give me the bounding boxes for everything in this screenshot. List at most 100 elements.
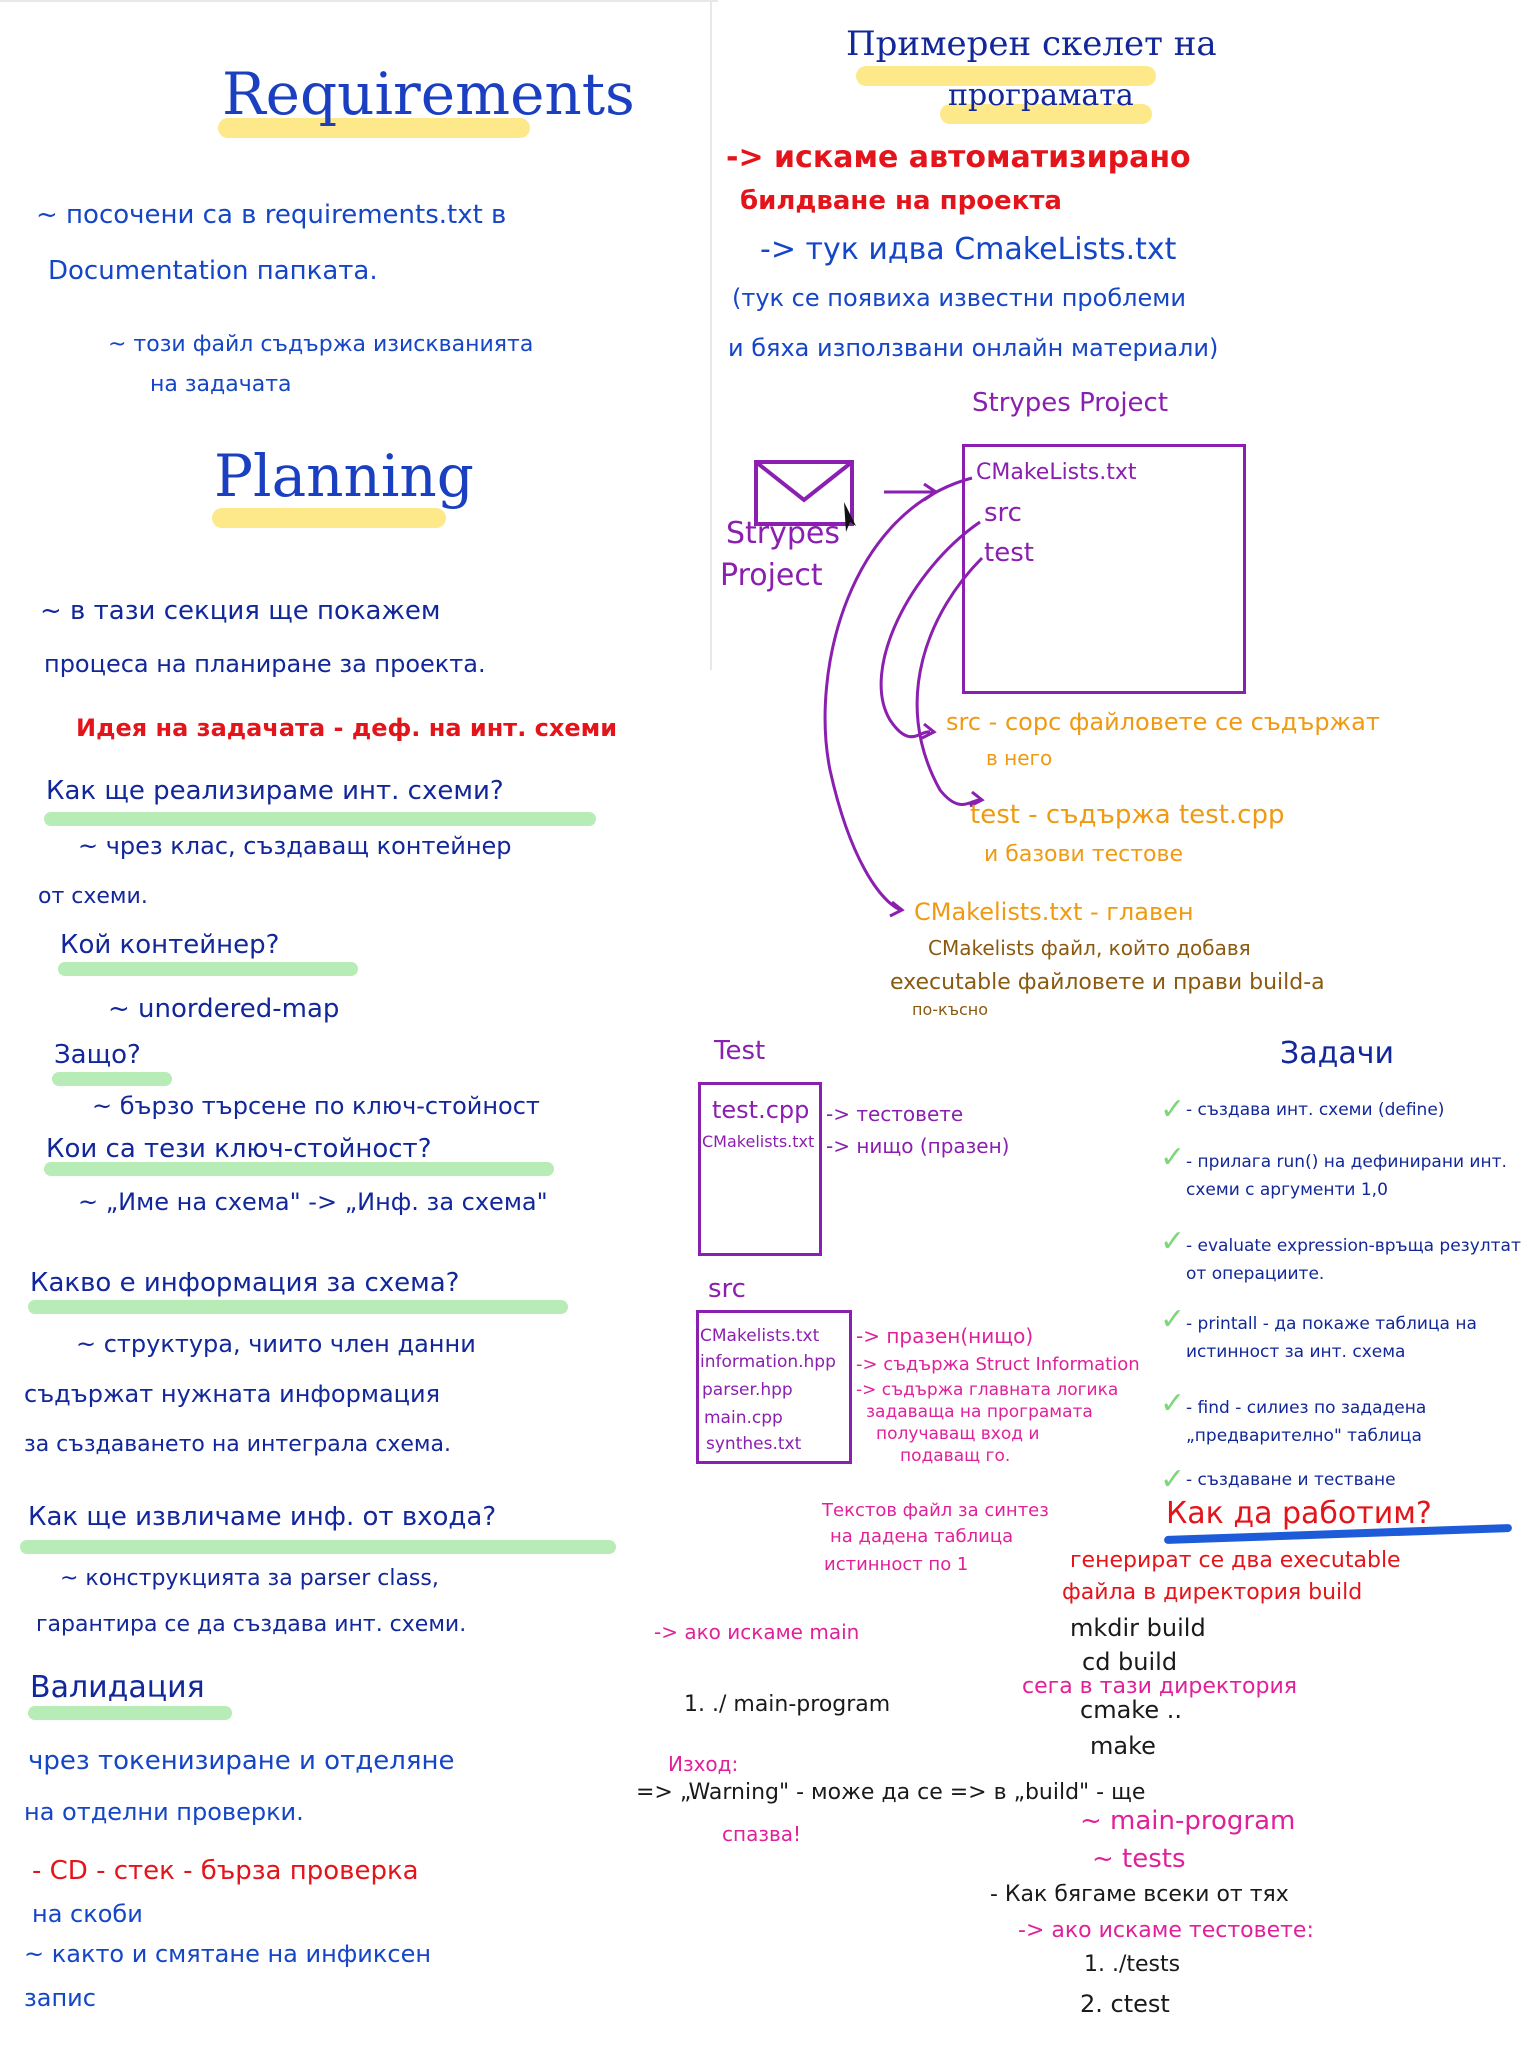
requirements-line2: Documentation папката. (48, 256, 378, 286)
validation-v1: чрез токенизиране и отделяне (28, 1746, 455, 1776)
planning-intro1: ~ в тази секция ще покажем (40, 596, 441, 626)
how-to-l2: файла в директория build (1062, 1580, 1363, 1605)
check-icon: ✓ (1160, 1092, 1186, 1127)
src-desc-extra: подаващ го. (900, 1446, 1011, 1466)
top-divider (0, 0, 718, 2)
run-output-label: Изход: (668, 1752, 739, 1776)
planning-a5-3: за създаването на интеграла схема. (24, 1432, 451, 1457)
tree-item-test: test (984, 538, 1034, 568)
how-to-title: Как да работим? (1166, 1496, 1432, 1531)
skeleton-title1: Примерен скелет на (846, 24, 1217, 64)
q6-highlight (20, 1540, 616, 1554)
planning-q6: Как ще извличаме инф. от входа? (28, 1502, 497, 1532)
tasks-title: Задачи (1280, 1036, 1394, 1071)
src-desc-parser: -> съдържа главната логика (856, 1380, 1119, 1400)
task-item: ✓ - evaluate expression-връща резултат о… (1160, 1224, 1532, 1302)
how-to-l4: cd build (1082, 1648, 1178, 1676)
skeleton-r1: -> искаме автоматизирано (726, 140, 1191, 175)
src-note3: истинност по 1 (824, 1554, 969, 1575)
src-file-main: main.cpp (704, 1408, 783, 1428)
src-desc2: в него (986, 746, 1053, 770)
planning-q2: Кой контейнер? (60, 930, 280, 960)
run-main-label: -> ако искаме main (654, 1620, 860, 1644)
requirements-line4: на задачата (150, 372, 292, 397)
planning-a4: ~ „Име на схема" -> „Инф. за схема" (78, 1188, 548, 1216)
planning-a6-2: гарантира се да създава инт. схеми. (36, 1612, 467, 1637)
src-note1: Текстов файл за синтез (822, 1500, 1049, 1521)
tree-arrows (823, 476, 985, 918)
vertical-divider (710, 0, 712, 670)
check-icon: ✓ (1160, 1302, 1186, 1337)
planning-a1-1: ~ чрез клас, създаващ контейнер (78, 832, 512, 860)
run-main-cmd: 1. ./ main-program (684, 1692, 891, 1717)
check-icon: ✓ (1160, 1224, 1186, 1259)
planning-q3: Защо? (54, 1040, 141, 1070)
planning-a5-2: съдържат нужната информация (24, 1380, 441, 1408)
task-text: - създаване и тестване (1186, 1470, 1396, 1490)
q5-highlight (28, 1300, 568, 1314)
validation-title: Валидация (30, 1670, 205, 1705)
cmake-desc2: CMakelists файл, който добавя (928, 936, 1251, 960)
test-desc2: и базови тестове (984, 842, 1183, 867)
src-file-parser: parser.hpp (702, 1380, 793, 1400)
cmake-desc4: по-късно (912, 1000, 989, 1019)
planning-intro2: процеса на планиране за проекта. (44, 650, 486, 678)
task-text: - прилага run() на дефинирани инт. схеми… (1186, 1152, 1507, 1200)
q4-highlight (44, 1162, 554, 1176)
run-output-text1: => „Warning" - може да се => в „build" -… (636, 1780, 1146, 1805)
planning-idea: Идея на задачата - деф. на инт. схеми (76, 714, 618, 742)
planning-title-highlight (212, 508, 446, 528)
validation-v5: ~ както и смятане на инфиксен (24, 1940, 432, 1968)
src-note2: на дадена таблица (830, 1526, 1014, 1547)
skeleton-title2: програмата (948, 78, 1134, 113)
task-item: ✓ - създава инт. схеми (define) (1160, 1092, 1532, 1140)
q2-highlight (58, 962, 358, 976)
requirements-line3: ~ този файл съдържа изискванията (108, 332, 534, 357)
project-label: Strypes Project (972, 388, 1169, 418)
src-desc-cmake: -> празен(нищо) (856, 1324, 1034, 1348)
planning-a3: ~ бързо търсене по ключ-стойност (92, 1092, 540, 1120)
planning-q1: Как ще реализираме инт. схеми? (46, 776, 504, 806)
how-to-l11: -> ако искаме тестовете: (1018, 1918, 1314, 1943)
planning-a1-2: от схеми. (38, 884, 148, 909)
how-to-l8: ~ main-program (1080, 1806, 1296, 1836)
page: { "colors": { "blue": "#1546c6", "red": … (0, 0, 1536, 2048)
task-item: ✓ - прилага run() на дефинирани инт. схе… (1160, 1140, 1532, 1224)
planning-q4: Кои са тези ключ-стойност? (46, 1134, 432, 1164)
task-item: ✓ - printall - да покаже таблица на исти… (1160, 1302, 1532, 1386)
test-folder-label: Test (714, 1036, 766, 1066)
planning-a5-1: ~ структура, чиито член данни (76, 1330, 476, 1358)
test-file2: CMakelists.txt (702, 1132, 815, 1151)
check-icon: ✓ (1160, 1386, 1186, 1421)
src-file-information: information.hpp (700, 1352, 836, 1372)
src-file-cmake: CMakelists.txt (700, 1326, 820, 1346)
skeleton-r2: билдване на проекта (740, 186, 1062, 216)
planning-title: Planning (214, 442, 474, 510)
validation-v4: на скоби (32, 1900, 143, 1928)
q3-highlight (52, 1072, 172, 1086)
task-text: - създава инт. схеми (define) (1186, 1100, 1445, 1120)
run-output-text2: спазва! (722, 1822, 802, 1846)
how-to-l10: - Как бягаме всеки от тях (990, 1882, 1289, 1907)
task-text: - evaluate expression-връща резултат от … (1186, 1236, 1521, 1284)
how-to-l1: генерират се два executable (1070, 1548, 1401, 1573)
skeleton-r5: и бяха използвани онлайн материали) (728, 334, 1219, 362)
planning-q5: Какво е информация за схема? (30, 1268, 460, 1298)
how-to-l6: cmake .. (1080, 1696, 1182, 1724)
how-to-l13: 2. ctest (1080, 1990, 1170, 2018)
validation-highlight (28, 1706, 232, 1720)
how-to-l12: 1. ./tests (1084, 1952, 1181, 1977)
requirements-title: Requirements (222, 60, 635, 128)
skeleton-r3: -> тук идва CmakeLists.txt (760, 232, 1177, 267)
src-desc-main: задаваща на програмата (866, 1402, 1093, 1422)
how-to-l7: make (1090, 1732, 1156, 1760)
validation-v6: запис (24, 1984, 96, 2012)
check-icon: ✓ (1160, 1140, 1186, 1175)
task-text: - find - силиез по зададена „предварител… (1186, 1398, 1427, 1446)
how-to-l3: mkdir build (1070, 1614, 1206, 1642)
task-text: - printall - да покаже таблица на истинн… (1186, 1314, 1477, 1362)
skeleton-r4: (тук се появиха известни проблеми (732, 284, 1186, 312)
cmake-desc3: executable файловете и прави build-а (890, 970, 1325, 995)
src-desc1: src - сорс файловете се съдържат (946, 708, 1380, 736)
how-to-l9: ~ tests (1092, 1844, 1186, 1874)
